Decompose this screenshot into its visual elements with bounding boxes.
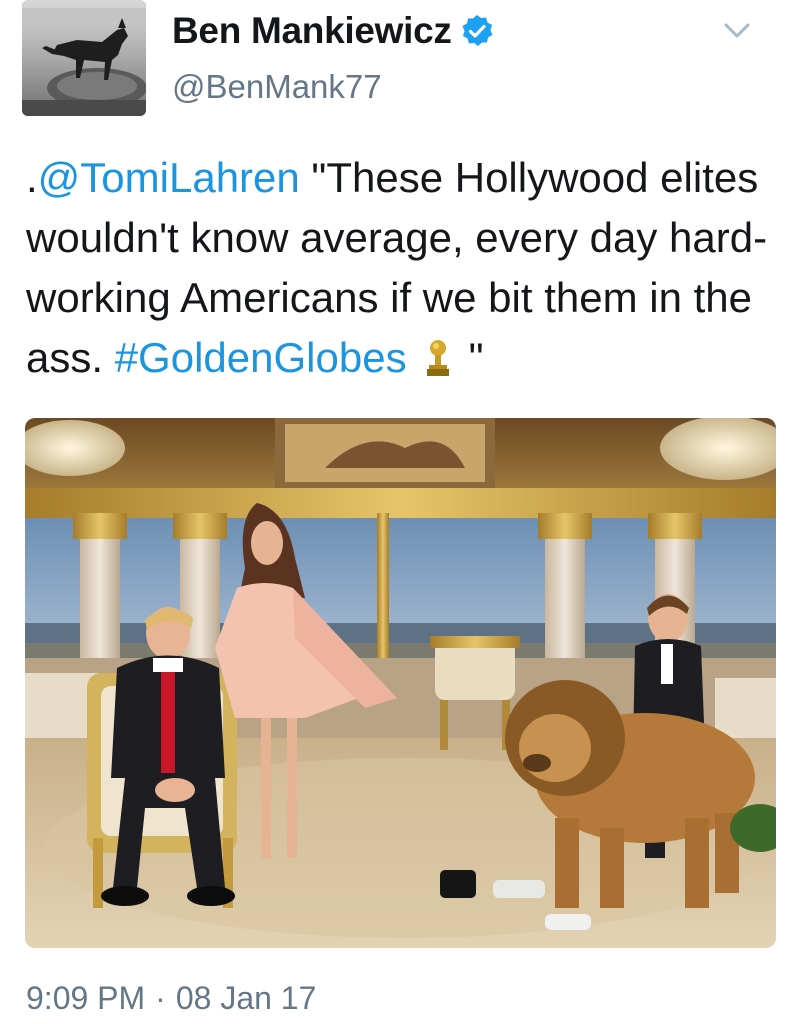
family-portrait-image	[25, 418, 776, 948]
tweet-timestamp[interactable]: 9:09 PM · 08 Jan 17	[26, 980, 316, 1017]
author-display-name[interactable]: Ben Mankiewicz	[172, 10, 494, 52]
tweet-photo[interactable]	[25, 418, 776, 948]
text-prefix: .	[26, 154, 38, 201]
hashtag-link[interactable]: #GoldenGlobes	[115, 334, 407, 381]
golden-globe-trophy-icon	[425, 334, 451, 376]
text-suffix: "	[468, 334, 484, 381]
tweet-text: .@TomiLahren "These Hollywood elites wou…	[26, 148, 776, 388]
tweet-date: 08 Jan 17	[175, 980, 317, 1016]
dog-photo-icon	[22, 0, 146, 116]
avatar[interactable]	[22, 0, 146, 116]
author-handle[interactable]: @BenMank77	[172, 68, 382, 106]
tweet-time: 9:09 PM	[26, 980, 146, 1016]
chevron-down-icon[interactable]	[722, 20, 752, 42]
mention-link[interactable]: @TomiLahren	[38, 154, 300, 201]
timestamp-separator: ·	[155, 980, 166, 1016]
verified-badge-icon	[460, 14, 494, 48]
author-name[interactable]: Ben Mankiewicz	[172, 10, 452, 52]
